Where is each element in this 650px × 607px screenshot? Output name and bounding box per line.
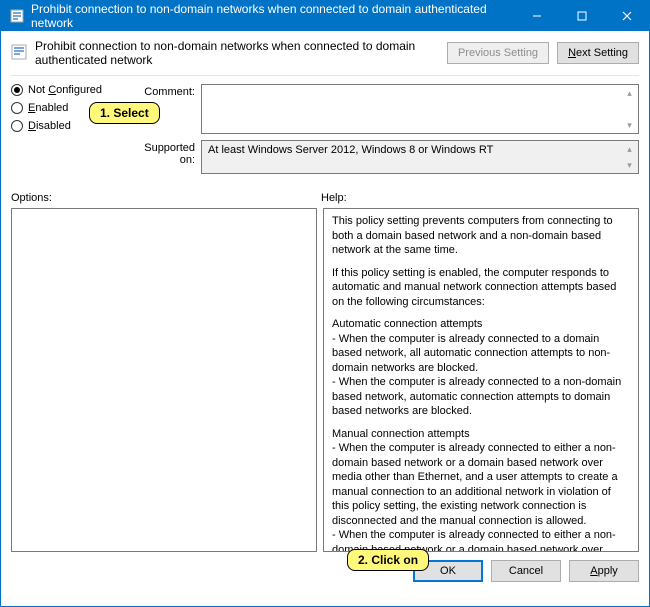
supported-on-label: Supported on: (131, 140, 201, 166)
help-text: This policy setting prevents computers f… (332, 214, 630, 258)
comment-scrollbar[interactable]: ▴ ▾ (622, 86, 637, 132)
comment-label: Comment: (131, 84, 201, 98)
supported-scrollbar: ▴ ▾ (622, 142, 637, 172)
help-text: Manual connection attempts - When the co… (332, 427, 630, 552)
annotation-clickon: 2. Click on (347, 549, 429, 571)
disabled-label: Disabled (28, 120, 71, 132)
help-pane: This policy setting prevents computers f… (323, 208, 639, 552)
scroll-down-icon: ▾ (622, 158, 637, 172)
help-text: If this policy setting is enabled, the c… (332, 266, 630, 310)
minimize-button[interactable] (514, 1, 559, 31)
policy-title: Prohibit connection to non-domain networ… (35, 39, 439, 67)
supported-on-value: At least Windows Server 2012, Windows 8 … (201, 140, 639, 174)
disabled-radio[interactable] (11, 120, 23, 132)
scroll-down-icon[interactable]: ▾ (622, 118, 637, 132)
comment-textarea[interactable]: ▴ ▾ (201, 84, 639, 134)
next-setting-button[interactable]: Next Setting (557, 42, 639, 64)
title-bar: Prohibit connection to non-domain networ… (1, 1, 649, 31)
not-configured-label: Not Configured (28, 84, 102, 96)
policy-header: Prohibit connection to non-domain networ… (1, 31, 649, 71)
help-text: Automatic connection attempts - When the… (332, 317, 630, 419)
help-label: Help: (321, 192, 347, 204)
previous-setting-button: Previous Setting (447, 42, 549, 64)
dialog-footer: 2. Click on OK Cancel Apply (1, 552, 649, 590)
options-pane (11, 208, 317, 552)
policy-icon (9, 8, 25, 24)
cancel-button[interactable]: Cancel (491, 560, 561, 582)
apply-button[interactable]: Apply (569, 560, 639, 582)
maximize-button[interactable] (559, 1, 604, 31)
enabled-radio[interactable] (11, 102, 23, 114)
enabled-label: Enabled (28, 102, 68, 114)
scroll-up-icon[interactable]: ▴ (622, 86, 637, 100)
not-configured-radio[interactable] (11, 84, 23, 96)
state-radio-group: Not Configured Enabled Disabled 1. Selec… (11, 84, 131, 180)
annotation-select: 1. Select (89, 102, 160, 124)
options-label: Options: (11, 192, 321, 204)
scroll-up-icon: ▴ (622, 142, 637, 156)
policy-header-icon (11, 44, 27, 63)
window-title: Prohibit connection to non-domain networ… (31, 2, 514, 30)
close-button[interactable] (604, 1, 649, 31)
